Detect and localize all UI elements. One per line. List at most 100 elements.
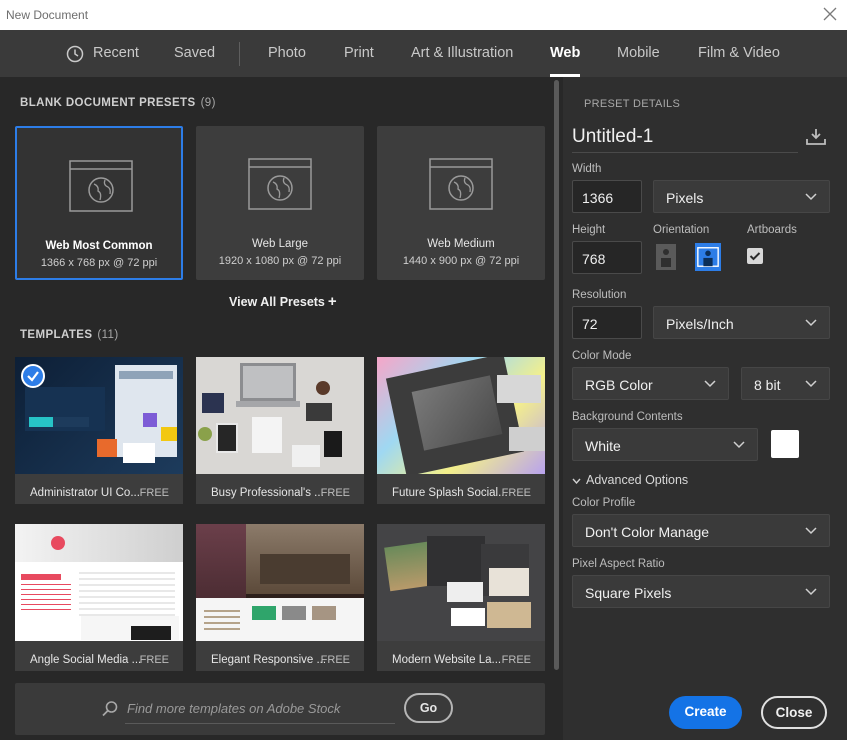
color-mode-value: RGB Color (585, 377, 653, 393)
background-contents-value: White (585, 438, 621, 454)
chevron-down-icon (704, 380, 716, 388)
tab-mobile[interactable]: Mobile (617, 45, 660, 61)
templates-section-title: TEMPLATES (11) (20, 329, 119, 341)
template-name: Modern Website La... (392, 654, 502, 666)
chevron-down-icon (572, 478, 581, 484)
background-color-swatch[interactable] (771, 430, 799, 458)
portrait-person-icon (656, 244, 676, 270)
stock-search-input[interactable]: Find more templates on Adobe Stock (127, 701, 340, 716)
resolution-input[interactable]: 72 (572, 306, 642, 339)
chevron-down-icon (805, 319, 817, 327)
tab-film-video[interactable]: Film & Video (698, 45, 780, 61)
close-icon[interactable] (821, 5, 839, 23)
color-profile-label: Color Profile (572, 497, 636, 509)
title-bar: New Document (0, 0, 847, 30)
plus-icon: + (327, 293, 337, 310)
search-input-underline (125, 723, 395, 724)
template-name: Elegant Responsive ... (211, 654, 327, 666)
template-card[interactable]: Angle Social Media ... FREE (15, 524, 183, 671)
template-thumbnail (196, 524, 364, 641)
resolution-unit-dropdown[interactable]: Pixels/Inch (653, 306, 830, 339)
chevron-down-icon (805, 527, 817, 535)
template-card[interactable]: Future Splash Social... FREE (377, 357, 545, 504)
width-unit-dropdown[interactable]: Pixels (653, 180, 830, 213)
bit-depth-value: 8 bit (754, 377, 781, 393)
view-all-presets-link[interactable]: View All Presets + (229, 293, 337, 310)
template-thumbnail (15, 524, 183, 641)
preset-name: Web Large (251, 238, 309, 250)
close-button[interactable]: Close (761, 696, 827, 729)
chevron-down-icon (805, 193, 817, 201)
preset-spec: 1366 x 768 px @ 72 ppi (40, 257, 158, 269)
chevron-down-icon (805, 380, 817, 388)
template-name: Administrator UI Co... (30, 487, 140, 499)
go-button[interactable]: Go (404, 693, 453, 723)
selected-check-icon (21, 364, 45, 388)
web-document-icon (429, 158, 493, 210)
template-price-badge: FREE (320, 654, 350, 666)
pixel-aspect-ratio-value: Square Pixels (585, 585, 672, 601)
tab-recent[interactable]: Recent (93, 45, 139, 61)
template-price-badge: FREE (139, 487, 169, 499)
template-card[interactable]: Elegant Responsive ... FREE (196, 524, 364, 671)
template-card[interactable]: Administrator UI Co... FREE (15, 357, 183, 504)
search-icon (102, 701, 118, 717)
template-thumbnail (377, 524, 545, 641)
artboards-checkbox[interactable] (747, 248, 763, 264)
template-price-badge: FREE (139, 654, 169, 666)
portrait-orientation-button[interactable] (653, 243, 679, 271)
pixel-aspect-ratio-dropdown[interactable]: Square Pixels (572, 575, 830, 608)
tab-photo[interactable]: Photo (268, 45, 306, 61)
bit-depth-dropdown[interactable]: 8 bit (741, 367, 830, 400)
chevron-down-icon (805, 588, 817, 596)
create-button[interactable]: Create (669, 696, 742, 729)
chevron-down-icon (733, 441, 745, 449)
preset-web-most-common[interactable]: Web Most Common 1366 x 768 px @ 72 ppi (15, 126, 183, 280)
tab-divider (239, 42, 240, 66)
template-card[interactable]: Busy Professional's ... FREE (196, 357, 364, 504)
templates-scrollbar[interactable] (554, 80, 559, 670)
checkmark-icon (749, 252, 761, 261)
background-contents-label: Background Contents (572, 411, 683, 423)
orientation-label: Orientation (653, 224, 710, 236)
color-mode-dropdown[interactable]: RGB Color (572, 367, 729, 400)
template-name: Busy Professional's ... (211, 487, 324, 499)
pixel-aspect-ratio-label: Pixel Aspect Ratio (572, 558, 665, 570)
presets-section-title: BLANK DOCUMENT PRESETS (9) (20, 97, 216, 109)
landscape-person-icon (697, 247, 719, 267)
width-label: Width (572, 163, 602, 175)
tab-art-illustration[interactable]: Art & Illustration (411, 45, 513, 61)
background-contents-dropdown[interactable]: White (572, 428, 758, 461)
stock-search-bar: Find more templates on Adobe Stock Go (15, 683, 545, 735)
width-input[interactable]: 1366 (572, 180, 642, 213)
resolution-unit-value: Pixels/Inch (666, 316, 734, 332)
landscape-orientation-button[interactable] (695, 243, 721, 271)
window-title: New Document (6, 8, 89, 22)
advanced-options-toggle[interactable]: Advanced Options (572, 473, 688, 487)
artboards-label: Artboards (747, 224, 797, 236)
templates-count: (11) (97, 329, 119, 341)
preset-details-panel: PRESET DETAILS Untitled-1 Width 1366 Pix… (563, 77, 847, 740)
template-price-badge: FREE (501, 487, 531, 499)
height-label: Height (572, 224, 606, 236)
tab-print[interactable]: Print (344, 45, 374, 61)
save-preset-icon[interactable] (805, 127, 827, 147)
preset-spec: 1440 x 900 px @ 72 ppi (402, 255, 520, 267)
tab-web[interactable]: Web (550, 45, 581, 77)
web-document-icon (248, 158, 312, 210)
template-name: Angle Social Media ... (30, 654, 142, 666)
web-document-icon (69, 160, 133, 212)
color-profile-dropdown[interactable]: Don't Color Manage (572, 514, 830, 547)
template-name: Future Splash Social... (392, 487, 508, 499)
height-input[interactable]: 768 (572, 241, 642, 274)
template-thumbnail (196, 357, 364, 474)
color-profile-value: Don't Color Manage (585, 524, 710, 540)
preset-spec: 1920 x 1080 px @ 72 ppi (218, 255, 342, 267)
preset-web-medium[interactable]: Web Medium 1440 x 900 px @ 72 ppi (377, 126, 545, 280)
preset-web-large[interactable]: Web Large 1920 x 1080 px @ 72 ppi (196, 126, 364, 280)
category-tabs: Recent Saved Photo Print Art & Illustrat… (0, 30, 847, 77)
template-card[interactable]: Modern Website La... FREE (377, 524, 545, 671)
preset-details-header: PRESET DETAILS (584, 98, 681, 110)
document-name-field[interactable]: Untitled-1 (572, 126, 798, 153)
tab-saved[interactable]: Saved (174, 45, 215, 61)
